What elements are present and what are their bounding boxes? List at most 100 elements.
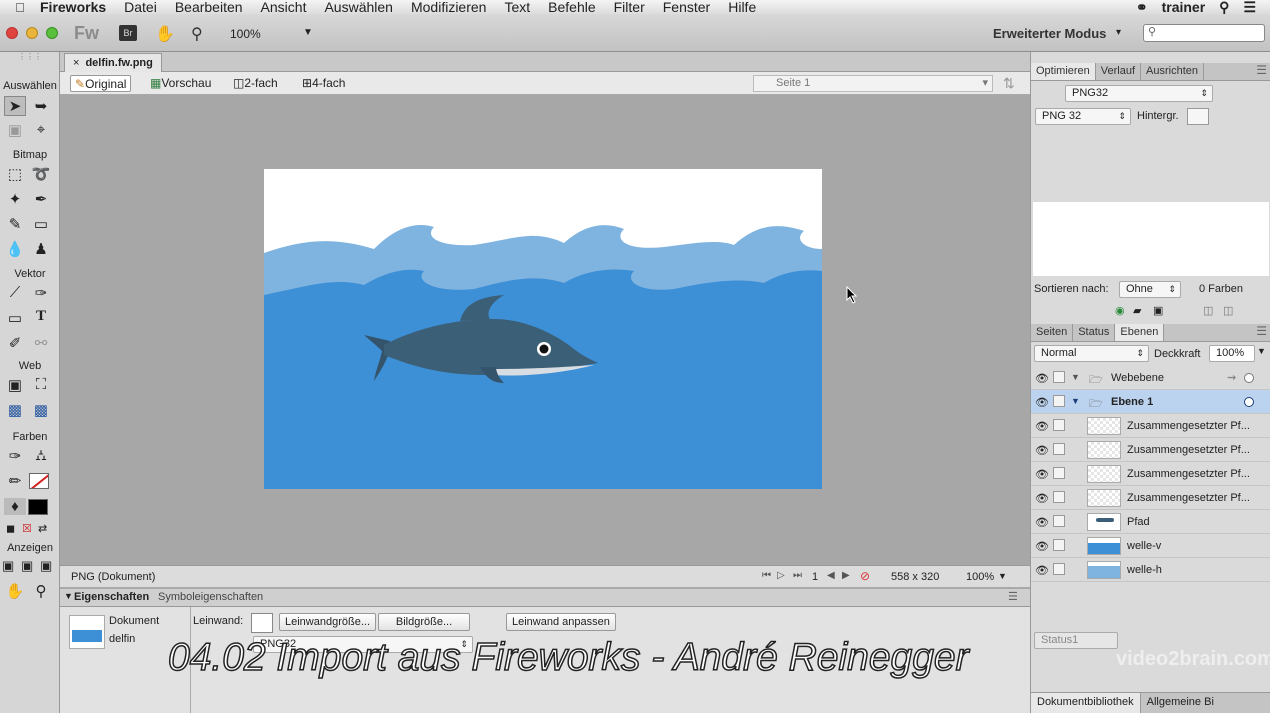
search-input[interactable]: ⚲ (1143, 24, 1265, 42)
close-tab-icon[interactable]: × (73, 57, 79, 69)
next-frame-icon[interactable]: ▶ (842, 570, 850, 581)
menu-bearbeiten[interactable]: Bearbeiten (175, 0, 243, 14)
lasso-tool-icon[interactable]: ➰ (30, 165, 52, 183)
sort-select[interactable]: Ohne ⇕ (1119, 281, 1181, 298)
stamp-tool-icon[interactable]: ♟ (30, 240, 52, 258)
status-zoom-dropdown-icon[interactable]: ▼ (998, 571, 1007, 581)
eye-icon[interactable]: 👁 (1035, 564, 1049, 577)
stroke-color-swatch[interactable] (29, 473, 49, 489)
fill-color-icon[interactable]: ♦ (4, 498, 26, 515)
tab-align[interactable]: Ausrichten (1141, 63, 1205, 80)
tab-states[interactable]: Status (1073, 324, 1116, 341)
show-slices-icon[interactable]: ▩ (30, 401, 52, 419)
tools-grip-icon[interactable]: ⋮⋮⋮ (0, 52, 60, 62)
rectangle-tool-icon[interactable]: ▭ (4, 309, 26, 327)
close-window-icon[interactable] (6, 27, 18, 39)
pen-tool-icon[interactable]: ✑ (30, 284, 52, 302)
hide-slices-icon[interactable]: ▩ (4, 401, 26, 419)
menu-datei[interactable]: Datei (124, 0, 157, 14)
menu-auswaehlen[interactable]: Auswählen (324, 0, 393, 14)
lock-color-icon[interactable]: ▣ (1153, 304, 1163, 317)
play-icon[interactable]: ▷ (777, 570, 785, 581)
line-tool-icon[interactable]: ⟋ (4, 284, 26, 301)
tab-properties[interactable]: Eigenschaften (74, 591, 149, 603)
workspace-dropdown-icon[interactable]: ▾ (1116, 27, 1121, 38)
optimize-preset-select[interactable]: PNG32 ⇕ (1065, 85, 1213, 102)
scale-tool-icon[interactable]: ▣ (4, 121, 26, 139)
apple-icon[interactable]:  (0, 0, 40, 14)
menu-list-icon[interactable]: ☰ (1243, 0, 1256, 14)
hand-tool-panel-icon[interactable]: ✋ (4, 582, 26, 600)
prev-frame-icon[interactable]: ◀ (827, 570, 835, 581)
share-layer-icon[interactable]: ⇝ (1227, 371, 1236, 384)
optimize-format-select[interactable]: PNG 32 ⇕ (1035, 108, 1131, 125)
zoom-dropdown-icon[interactable]: ▼ (303, 27, 313, 38)
expand-arrow-icon[interactable]: ▼ (1071, 372, 1080, 382)
eye-icon[interactable]: 👁 (1035, 372, 1049, 385)
magic-wand-tool-icon[interactable]: ✦ (4, 190, 26, 208)
no-color-icon[interactable]: ☒ (22, 522, 32, 535)
zoom-window-icon[interactable] (46, 27, 58, 39)
workspace-mode[interactable]: Erweiterter Modus (993, 26, 1106, 41)
optimize-menu-icon[interactable]: ☰ (1256, 63, 1270, 80)
menu-text[interactable]: Text (504, 0, 530, 14)
tab-document-library[interactable]: Dokumentbibliothek (1031, 693, 1141, 713)
eyedropper-tool-icon[interactable]: ✑ (4, 447, 26, 465)
blur-tool-icon[interactable]: 💧 (4, 240, 26, 258)
canvas-color-swatch[interactable] (251, 613, 273, 633)
lock-checkbox[interactable] (1053, 395, 1065, 407)
page-select[interactable]: Seite 1 ▾ (753, 75, 993, 92)
bridge-icon[interactable]: Br (119, 25, 137, 41)
layer-row[interactable]: 👁 Zusammengesetzter Pf... (1031, 438, 1270, 462)
spotlight-icon[interactable]: ⚲ (1219, 0, 1229, 14)
view-4up-button[interactable]: ⊞4-fach (298, 75, 349, 92)
eraser-tool-icon[interactable]: ▭ (30, 215, 52, 233)
opacity-input[interactable]: 100% (1209, 345, 1255, 362)
web-snap-icon[interactable]: ◉ (1115, 304, 1125, 317)
eye-icon[interactable]: 👁 (1035, 492, 1049, 505)
tab-common-library[interactable]: Allgemeine Bi (1141, 693, 1220, 713)
layer-row[interactable]: 👁 Pfad (1031, 510, 1270, 534)
layer-row-ebene1[interactable]: 👁 ▼ 🗁 Ebene 1 (1031, 390, 1270, 414)
opacity-dropdown-icon[interactable]: ▼ (1257, 346, 1266, 356)
state-select[interactable]: Status1 (1034, 632, 1118, 649)
matte-color-swatch[interactable] (1187, 108, 1209, 125)
view-original-button[interactable]: ✎Original (70, 75, 132, 92)
hand-tool-icon[interactable]: ✋ (155, 24, 175, 44)
layer-row-webebene[interactable]: 👁 ▼ 🗁 Webebene ⇝ (1031, 366, 1270, 390)
freeform-tool-icon[interactable]: ✐ (4, 334, 26, 352)
menu-hilfe[interactable]: Hilfe (728, 0, 756, 14)
pencil-tool-icon[interactable]: ✎ (4, 215, 26, 233)
paint-bucket-tool-icon[interactable]: ⛼ (30, 447, 52, 466)
minimize-window-icon[interactable] (26, 27, 38, 39)
document-canvas[interactable] (264, 169, 822, 489)
standard-screen-icon[interactable]: ▣ (2, 558, 14, 574)
full-screen-icon[interactable]: ▣ (40, 558, 52, 574)
layers-menu-icon[interactable]: ☰ (1256, 324, 1270, 341)
zoom-tool-panel-icon[interactable]: ⚲ (30, 582, 52, 600)
tab-symbol-properties[interactable]: Symboleigenschaften (158, 591, 263, 603)
zoom-level[interactable]: 100% (230, 27, 261, 41)
lock-checkbox[interactable] (1053, 371, 1065, 383)
document-size[interactable]: 558 x 320 (891, 571, 939, 583)
eye-icon[interactable]: 👁 (1035, 396, 1049, 409)
cube-icon[interactable]: ▰ (1133, 304, 1141, 317)
lock-checkbox[interactable] (1053, 419, 1065, 431)
layer-row[interactable]: 👁 Zusammengesetzter Pf... (1031, 486, 1270, 510)
eye-icon[interactable]: 👁 (1035, 444, 1049, 457)
document-tab[interactable]: × delfin.fw.png (64, 53, 162, 72)
lock-checkbox[interactable] (1053, 491, 1065, 503)
lock-checkbox[interactable] (1053, 515, 1065, 527)
layer-row[interactable]: 👁 welle-v (1031, 534, 1270, 558)
swap-colors-icon[interactable]: ⇄ (38, 522, 47, 535)
status-zoom[interactable]: 100% (966, 571, 994, 583)
stop-icon[interactable]: ⊘ (860, 569, 870, 583)
lock-checkbox[interactable] (1053, 563, 1065, 575)
pointer-tool-icon[interactable]: ➤ (4, 96, 26, 116)
layer-row[interactable]: 👁 Zusammengesetzter Pf... (1031, 414, 1270, 438)
canvas-size-button[interactable]: Leinwandgröße... (279, 613, 376, 631)
lock-checkbox[interactable] (1053, 443, 1065, 455)
last-frame-icon[interactable]: ⏭ (793, 570, 802, 581)
layer-row[interactable]: 👁 welle-h (1031, 558, 1270, 582)
zoom-tool-icon[interactable]: ⚲ (191, 24, 203, 44)
